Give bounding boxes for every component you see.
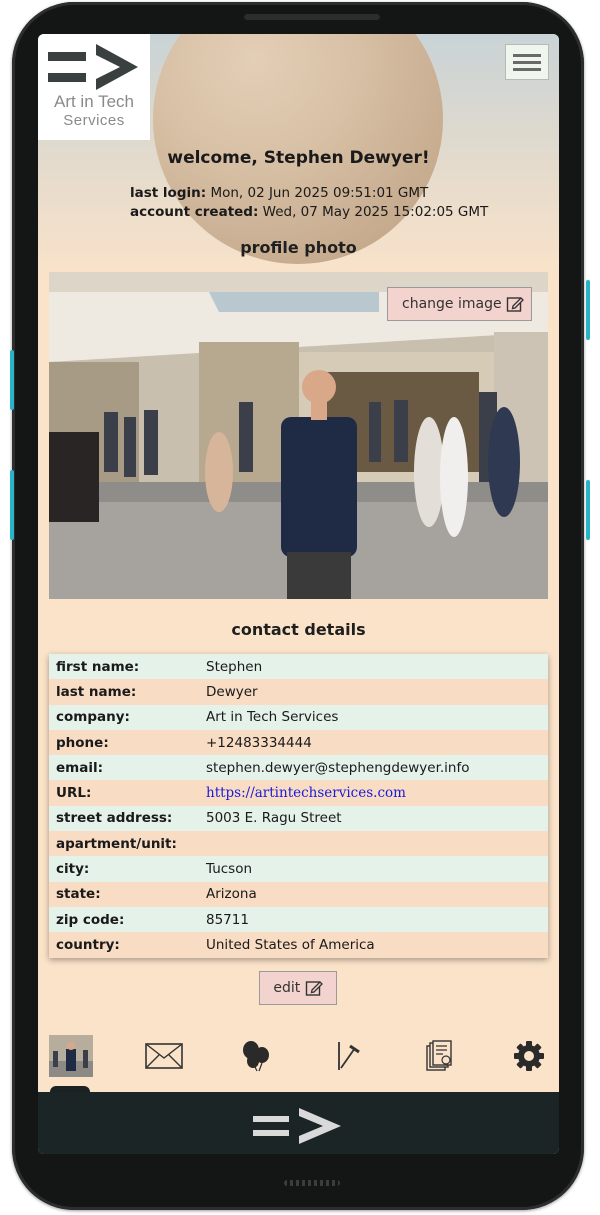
change-image-button[interactable]: change image <box>387 287 532 321</box>
side-button-right <box>586 480 590 540</box>
last-login-value: Mon, 02 Jun 2025 09:51:01 GMT <box>210 185 429 201</box>
balloons-icon[interactable] <box>240 1036 272 1076</box>
edit-label: edit <box>273 980 301 996</box>
contact-details-table: first name: Stephen last name: Dewyer comp… <box>49 654 548 958</box>
field-label: URL: <box>56 785 92 802</box>
logo-subtext: Services <box>63 112 125 129</box>
field-value: +12483334444 <box>206 734 312 751</box>
table-row: last name: Dewyer <box>49 679 548 705</box>
envelope-icon[interactable] <box>144 1036 184 1076</box>
field-value: 5003 E. Ragu Street <box>206 810 342 827</box>
profile-photo <box>49 272 548 599</box>
profile-photo-heading: profile photo <box>240 238 357 257</box>
login-info: last login: Mon, 02 Jun 2025 09:51:01 GM… <box>130 184 488 222</box>
field-label: apartment/unit: <box>56 835 177 852</box>
field-label: company: <box>56 709 130 726</box>
table-row: zip code: 85711 <box>49 906 548 933</box>
field-label: state: <box>56 886 101 903</box>
url-link[interactable]: https://artintechservices.com <box>206 785 548 801</box>
edit-icon <box>305 981 323 996</box>
field-label: country: <box>56 936 120 953</box>
invoices-icon[interactable] <box>424 1036 454 1076</box>
earpiece-speaker <box>244 14 380 20</box>
account-created-value: Wed, 07 May 2025 15:02:05 GMT <box>262 204 489 220</box>
table-row: first name: Stephen <box>49 654 548 680</box>
logo[interactable]: Art in Tech Services <box>38 34 150 140</box>
tools-icon[interactable] <box>332 1036 362 1076</box>
field-value: United States of America <box>206 936 375 953</box>
side-button <box>10 470 14 540</box>
field-value: Arizona <box>206 886 257 903</box>
field-value: Tucson <box>206 861 253 878</box>
field-label: street address: <box>56 810 173 827</box>
profile-thumbnail-icon[interactable] <box>49 1035 93 1077</box>
field-label: city: <box>56 861 90 878</box>
table-row: apartment/unit: <box>49 831 548 857</box>
table-row: country: United States of America <box>49 932 548 958</box>
edit-icon <box>506 297 524 312</box>
logo-text: Art in Tech <box>53 92 134 111</box>
field-label: last name: <box>56 683 137 700</box>
bottom-speaker-grill <box>284 1180 340 1186</box>
change-image-label: change image <box>402 296 502 312</box>
field-value: Art in Tech Services <box>206 709 339 726</box>
field-value: 85711 <box>206 911 249 928</box>
table-row: city: Tucson <box>49 856 548 882</box>
footer-logo-arrow-icon <box>253 1108 341 1144</box>
field-value: Stephen <box>206 658 263 675</box>
field-value: stephen.dewyer@stephengdewyer.info <box>206 759 470 776</box>
volume-button <box>10 350 14 410</box>
gear-icon[interactable] <box>512 1036 546 1076</box>
table-row: state: Arizona <box>49 881 548 907</box>
welcome-heading: welcome, Stephen Dewyer! <box>167 148 430 168</box>
logo-arrow-icon <box>48 44 138 90</box>
field-value: Dewyer <box>206 683 258 700</box>
app-screen: Art in Tech Services welcome, Stephen De… <box>38 34 559 1154</box>
edit-button[interactable]: edit <box>259 971 337 1005</box>
field-label: zip code: <box>56 911 125 928</box>
table-row: email: stephen.dewyer@stephengdewyer.info <box>49 755 548 781</box>
table-row: street address: 5003 E. Ragu Street <box>49 805 548 832</box>
field-label: phone: <box>56 734 109 751</box>
field-label: first name: <box>56 658 140 675</box>
last-login-label: last login: <box>130 185 207 201</box>
bottom-nav <box>38 1032 559 1082</box>
table-row: company: Art in Tech Services <box>49 704 548 730</box>
footer <box>38 1092 559 1154</box>
account-created-label: account created: <box>130 204 259 220</box>
contact-details-heading: contact details <box>231 620 366 639</box>
hamburger-menu-button[interactable] <box>505 44 549 80</box>
table-row: phone: +12483334444 <box>49 729 548 756</box>
table-row: URL: https://artintechservices.com <box>49 780 548 806</box>
power-button <box>586 280 590 340</box>
field-label: email: <box>56 759 103 776</box>
